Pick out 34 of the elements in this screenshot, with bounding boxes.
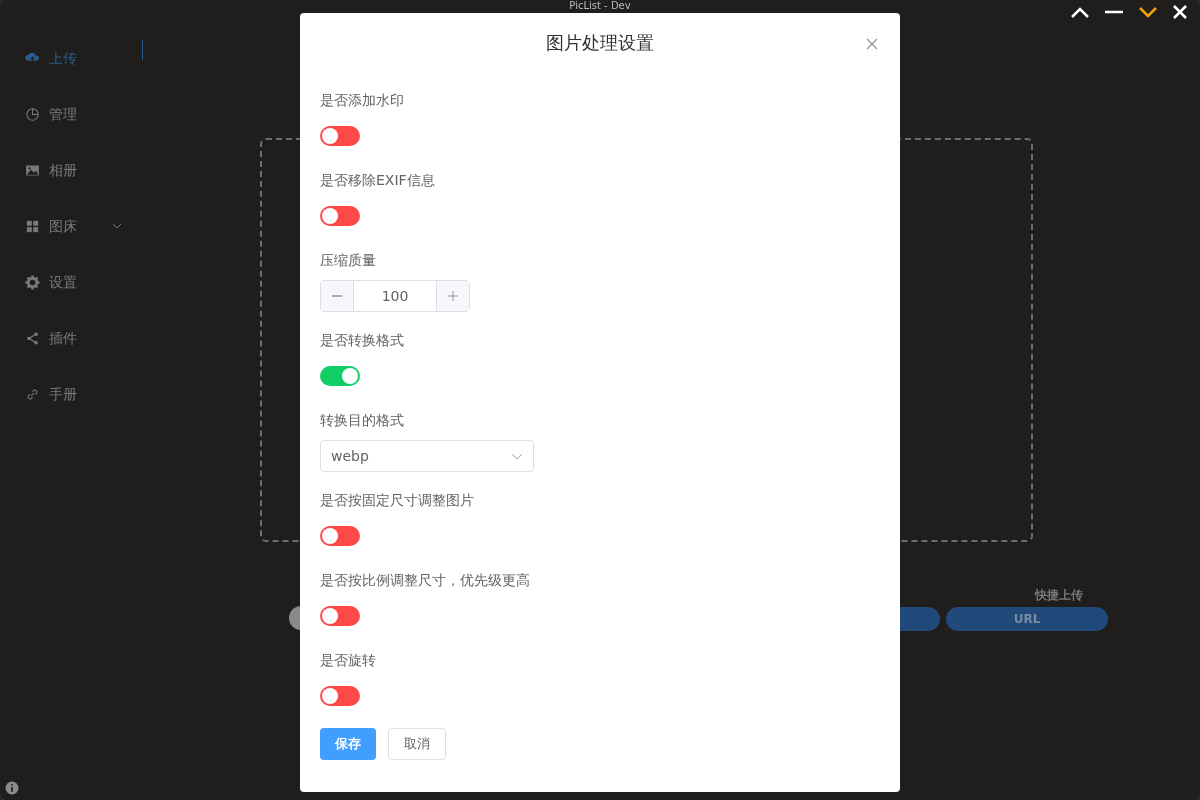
format-select[interactable]: webp (320, 440, 534, 472)
collapse-icon[interactable] (1070, 5, 1090, 19)
sidebar-item[interactable]: 相册 (0, 142, 142, 198)
sidebar-item[interactable]: 设置 (0, 254, 142, 310)
toggle-switch[interactable] (320, 526, 360, 546)
field-label: 是否转换格式 (320, 331, 405, 350)
info-icon[interactable] (5, 781, 19, 795)
toggle-switch[interactable] (320, 126, 360, 146)
pie-chart-icon (24, 105, 41, 123)
sidebar-item[interactable]: 插件 (0, 310, 142, 366)
toggle-switch[interactable] (320, 606, 360, 626)
cancel-button[interactable]: 取消 (388, 728, 446, 760)
window-title: PicList - Dev (568, 0, 632, 12)
sidebar-item[interactable]: 图床 (0, 198, 142, 254)
field-label: 转换目的格式 (320, 411, 405, 430)
chevron-down-icon[interactable] (1138, 5, 1158, 19)
field-label: 压缩质量 (320, 251, 377, 270)
sidebar-item[interactable]: 上传 (0, 30, 142, 86)
settings-icon (24, 273, 41, 291)
sidebar-item[interactable]: 管理 (0, 86, 142, 142)
dialog-title: 图片处理设置 (546, 31, 654, 55)
field-label: 是否添加水印 (320, 91, 405, 110)
sidebar-item[interactable]: 手册 (0, 366, 142, 422)
url-button[interactable]: URL (946, 607, 1108, 631)
toggle-switch[interactable] (320, 206, 360, 226)
toggle-switch[interactable] (320, 366, 360, 386)
field-label: 是否移除EXIF信息 (320, 171, 436, 190)
save-button[interactable]: 保存 (320, 728, 376, 760)
field-label: 是否旋转 (320, 651, 377, 670)
field-label: 是否按固定尺寸调整图片 (320, 491, 475, 510)
quick-upload-label: 快捷上传 (1035, 587, 1083, 604)
chevron-down-icon (511, 452, 523, 460)
field-label: 是否按比例调整尺寸，优先级更高 (320, 571, 531, 590)
toggle-switch[interactable] (320, 686, 360, 706)
